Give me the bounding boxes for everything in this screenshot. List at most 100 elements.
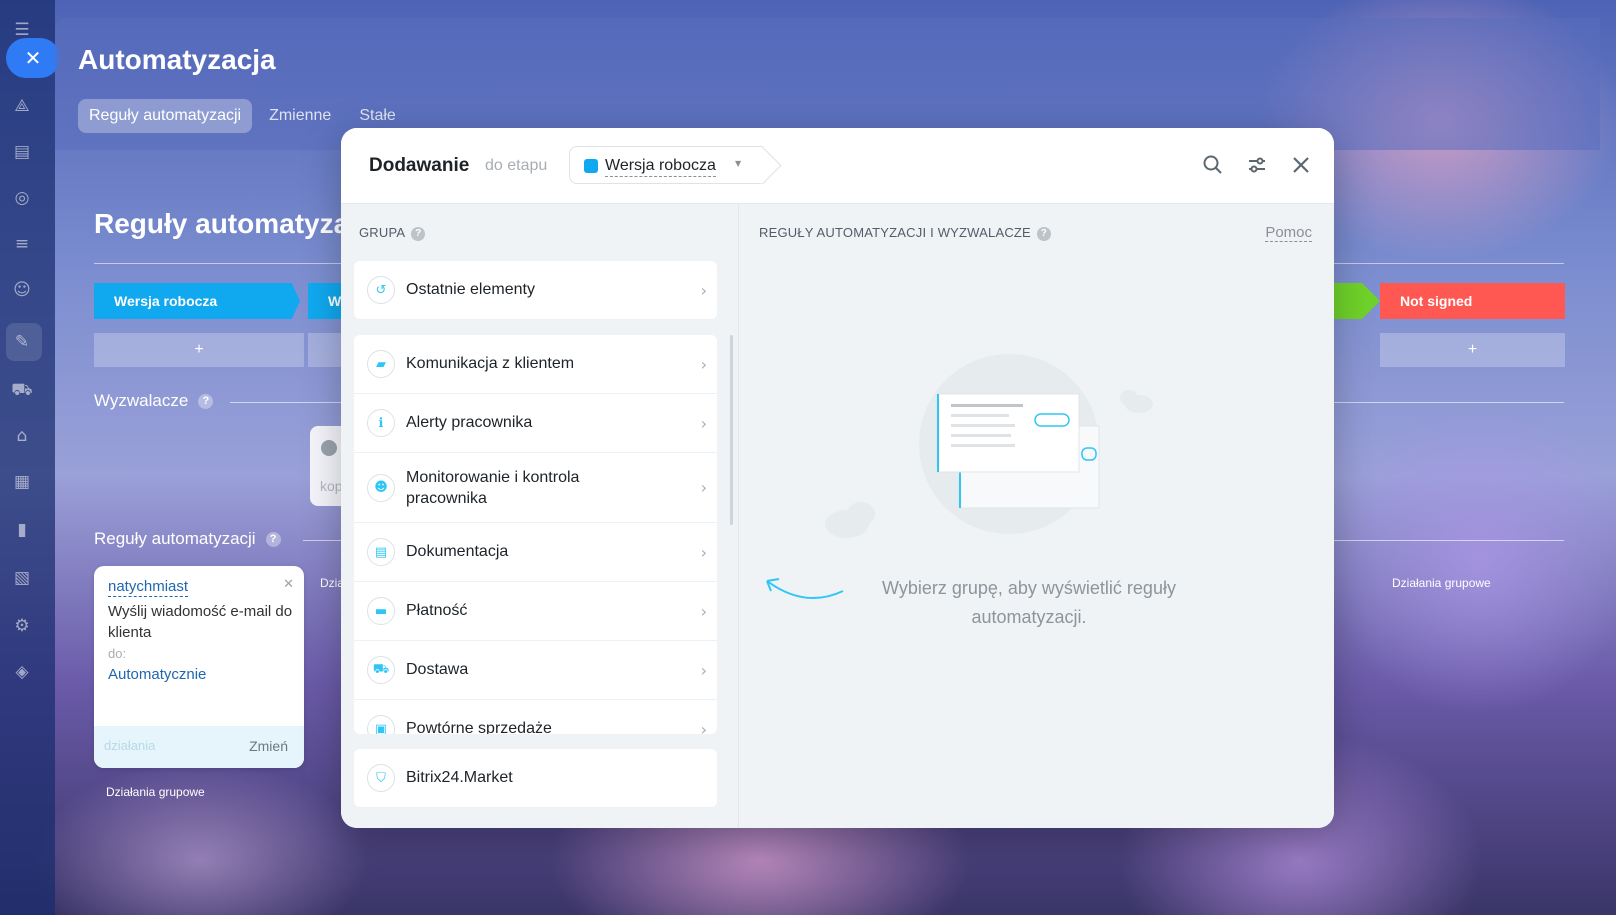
wallet-icon: ▬ (367, 597, 395, 625)
group-item-label: Powtórne sprzedaże (406, 720, 552, 734)
rule-card[interactable]: natychmiast ✕ Wyślij wiadomość e-mail do… (94, 566, 304, 768)
rule-change-button[interactable]: Zmień (249, 738, 288, 754)
group-list: ▰ Komunikacja z klientem › ℹ Alerty prac… (354, 335, 717, 734)
rule-to-label: do: (108, 646, 127, 661)
chevron-right-icon: › (700, 354, 707, 374)
dialog-subtitle: do etapu (485, 157, 548, 174)
bag-icon: ▣ (367, 715, 395, 734)
chevron-right-icon: › (700, 542, 707, 562)
rules-column-header: REGUŁY AUTOMATYZACJI I WYZWALACZE? (759, 225, 1051, 241)
chevron-right-icon: › (700, 660, 707, 680)
triggers-divider-right (1334, 402, 1564, 403)
group-item-delivery[interactable]: ⛟ Dostawa › (354, 641, 717, 700)
truck-icon: ⛟ (367, 656, 395, 684)
close-slider-button[interactable]: ✕ (6, 38, 60, 78)
chat-icon: ▰ (367, 350, 395, 378)
add-rule-draft-button[interactable]: + (94, 333, 304, 367)
empty-state-illustration (825, 354, 1153, 538)
store-icon[interactable]: ⌂ (10, 424, 34, 448)
help-link[interactable]: Pomoc (1265, 224, 1312, 242)
close-icon: ✕ (24, 46, 42, 70)
page-title: Reguły automatyza (94, 208, 350, 239)
rule-timing-link[interactable]: natychmiast (108, 578, 189, 597)
calendar-icon[interactable]: ▦ (10, 470, 34, 494)
sign-icon[interactable]: ✎ (10, 330, 34, 354)
stage-selector[interactable]: Wersja robocza ▼ (569, 146, 763, 184)
delete-rule-icon[interactable]: ✕ (283, 576, 294, 592)
group-item-documents[interactable]: ▤ Dokumentacja › (354, 523, 717, 582)
group-item-label: Dokumentacja (406, 543, 509, 560)
report-icon[interactable]: ▧ (10, 566, 34, 590)
help-icon[interactable]: ? (1036, 226, 1051, 241)
history-icon: ↺ (367, 276, 395, 304)
rules-label: Reguły automatyzacji (94, 529, 256, 548)
close-icon[interactable] (1286, 150, 1316, 180)
chevron-right-icon: › (700, 413, 707, 433)
group-item-label: Bitrix24.Market (406, 769, 513, 786)
trigger-card-text: kop (320, 478, 343, 494)
box-icon[interactable]: ◈ (10, 660, 34, 684)
group-item-client-communication[interactable]: ▰ Komunikacja z klientem › (354, 335, 717, 394)
triggers-divider (230, 402, 342, 403)
group-item-label: Ostatnie elementy (406, 281, 535, 298)
sitemap-icon[interactable]: ⟁ (10, 94, 34, 118)
group-list-scrollbar[interactable] (730, 335, 733, 525)
arrow-left-icon (766, 578, 844, 600)
document-icon: ▤ (367, 538, 395, 566)
rule-actions-label: działania (104, 738, 156, 753)
stage-selector-label: Wersja robocza (605, 156, 716, 177)
rule-recipient-link[interactable]: Automatycznie (108, 666, 206, 683)
group-item-recent[interactable]: ↺ Ostatnie elementy › (354, 261, 717, 319)
cart-icon[interactable]: ⛟ (10, 378, 34, 402)
chevron-right-icon: › (700, 478, 707, 497)
help-icon[interactable]: ? (198, 394, 214, 410)
rules-column: REGUŁY AUTOMATYZACJI I WYZWALACZE? Pomoc (739, 204, 1334, 828)
search-icon[interactable] (1198, 150, 1228, 180)
left-sidebar: ☰ ⟁ ▤ ◎ ≡ ☺ ✎ ⛟ ⌂ ▦ ▮ ▧ ⚙ ◈ (0, 0, 55, 915)
funnel-icon[interactable]: ≡ (10, 232, 34, 256)
add-rule-not-signed-button[interactable]: + (1380, 333, 1565, 367)
group-actions-right[interactable]: Działania grupowe (1392, 576, 1491, 590)
group-item-label: Dostawa (406, 661, 469, 678)
market-icon: ⛉ (367, 764, 395, 792)
group-item-employee-monitoring[interactable]: ☻ Monitorowanie i kontrola pracownika › (354, 453, 717, 523)
chevron-right-icon: › (700, 719, 707, 735)
group-item-label: Płatność (406, 602, 468, 619)
filter-settings-icon[interactable] (1242, 150, 1272, 180)
help-icon[interactable]: ? (411, 226, 426, 241)
chart-icon[interactable]: ▮ (10, 518, 34, 542)
rule-description: Wyślij wiadomość e-mail do klienta (108, 603, 293, 641)
dialog-header: Dodawanie do etapu Wersja robocza ▼ (341, 128, 1334, 204)
settings-icon[interactable]: ⚙ (10, 614, 34, 638)
triggers-section-label: Wyzwalacze? (94, 391, 214, 411)
group-item-label: Monitorowanie i kontrola pracownika (406, 468, 580, 507)
group-item-payment[interactable]: ▬ Płatność › (354, 582, 717, 641)
chevron-right-icon: › (700, 601, 707, 621)
group-item-repeat-sales[interactable]: ▣ Powtórne sprzedaże › (354, 700, 717, 734)
people-icon: ☻ (367, 473, 395, 502)
chevron-right-icon: › (700, 280, 707, 300)
group-item-market[interactable]: ⛉ Bitrix24.Market (354, 749, 717, 807)
group-actions-link[interactable]: Działania grupowe (106, 785, 205, 799)
stage-not-signed[interactable]: Not signed (1380, 283, 1565, 319)
robot-icon[interactable]: ☺ (10, 278, 34, 302)
info-icon: ℹ (367, 409, 395, 437)
rules-divider-right (1334, 540, 1564, 541)
group-item-label: Komunikacja z klientem (406, 355, 575, 372)
tab-rules[interactable]: Reguły automatyzacji (78, 99, 253, 133)
help-icon[interactable]: ? (265, 532, 281, 548)
target-icon[interactable]: ◎ (10, 186, 34, 210)
rules-header-label: REGUŁY AUTOMATYZACJI I WYZWALACZE (759, 225, 1031, 240)
group-item-employee-alerts[interactable]: ℹ Alerty pracownika › (354, 394, 717, 453)
app-title: Automatyzacja (78, 44, 276, 75)
dialog-title: Dodawanie (369, 155, 470, 176)
contacts-icon[interactable]: ▤ (10, 140, 34, 164)
tab-variables[interactable]: Zmienne (258, 99, 342, 133)
trigger-icon (321, 440, 337, 456)
rules-section-label: Reguły automatyzacji? (94, 529, 281, 549)
rules-divider (303, 540, 342, 541)
rule-card-footer: działania Zmień (94, 726, 304, 768)
add-rule-dialog: Dodawanie do etapu Wersja robocza ▼ GRUP… (341, 128, 1334, 828)
group-header-label: GRUPA (359, 225, 406, 240)
stage-draft[interactable]: Wersja robocza (94, 283, 300, 319)
